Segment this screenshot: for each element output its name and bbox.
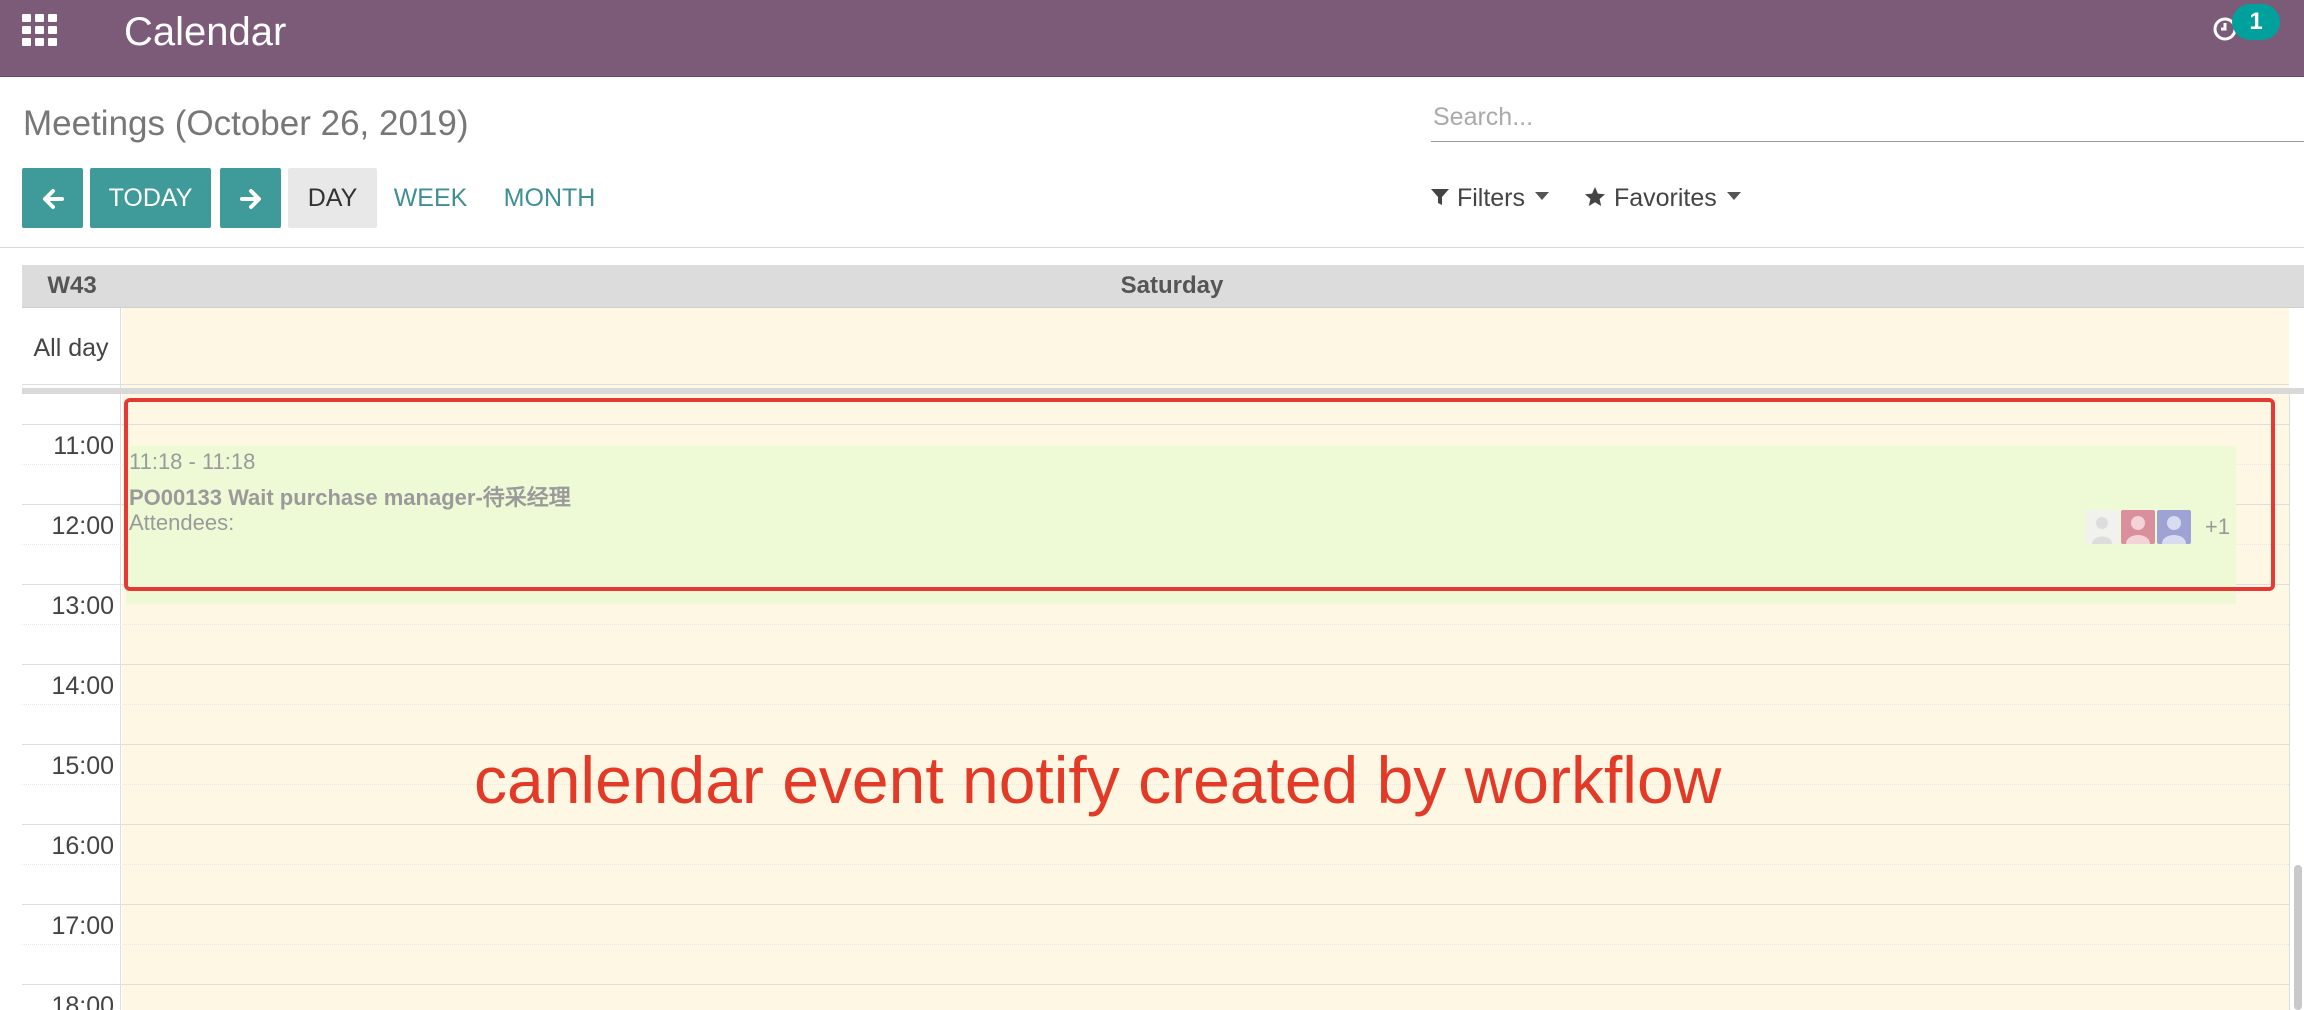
breadcrumb: Meetings (October 26, 2019) (23, 104, 469, 143)
today-button[interactable]: TODAY (90, 168, 211, 228)
grid-line (22, 424, 2289, 425)
favorites-dropdown[interactable]: Favorites (1583, 178, 1741, 218)
grid-line (22, 384, 2289, 385)
grid-line (22, 864, 2289, 865)
arrow-right-icon (239, 189, 261, 210)
star-icon (1585, 187, 1605, 207)
time-label: 13:00 (51, 592, 114, 620)
month-view-button[interactable]: MONTH (492, 168, 607, 228)
attendee-avatars: +1 (2085, 510, 2230, 544)
more-attendees-count: +1 (2204, 514, 2230, 539)
next-button[interactable] (220, 168, 281, 228)
event-time: 11:18 - 11:18 (129, 449, 256, 474)
filters-dropdown[interactable]: Filters (1430, 178, 1550, 218)
event-title: PO00133 Wait purchase manager-待采经理 (129, 485, 571, 510)
apps-grid-icon[interactable] (22, 14, 60, 46)
time-label: 15:00 (51, 752, 114, 780)
app-title: Calendar (124, 10, 287, 54)
avatar (2121, 510, 2155, 544)
time-label: 16:00 (51, 832, 114, 860)
grid-line (22, 984, 2289, 985)
calendar-day-view: W43 Saturday All day 11:00 12:00 13:00 1… (22, 265, 2304, 1010)
day-view-button[interactable]: DAY (288, 168, 377, 228)
filters-label: Filters (1456, 184, 1526, 212)
search-input[interactable] (1431, 97, 2304, 137)
all-day-label: All day (22, 308, 121, 388)
chevron-down-icon (1726, 192, 1741, 201)
grid-line (22, 704, 2289, 705)
activity-count-badge[interactable]: 1 (2232, 4, 2280, 40)
favorites-label: Favorites (1613, 184, 1717, 212)
arrow-left-icon (42, 189, 64, 210)
time-label: 18:00 (51, 992, 114, 1010)
time-label: 17:00 (51, 912, 114, 940)
calendar-event[interactable]: 11:18 - 11:18 PO00133 Wait purchase mana… (126, 446, 2236, 604)
calendar-scrollbar[interactable] (2294, 865, 2302, 1010)
all-day-row: All day (22, 308, 2304, 394)
time-axis: 11:00 12:00 13:00 14:00 15:00 16:00 17:0… (22, 394, 121, 1010)
previous-button[interactable] (22, 168, 83, 228)
filter-icon (1431, 189, 1449, 206)
chevron-down-icon (1535, 192, 1550, 201)
week-view-button[interactable]: WEEK (388, 168, 473, 228)
top-navbar: Calendar 1 (0, 0, 2304, 77)
calendar-header: W43 Saturday (22, 265, 2304, 308)
time-label: 14:00 (51, 672, 114, 700)
week-number: W43 (47, 272, 97, 299)
grid-line (22, 664, 2289, 665)
grid-line (22, 624, 2289, 625)
time-label: 11:00 (53, 432, 114, 460)
search-box (1431, 97, 2304, 142)
event-attendees-label: Attendees: (129, 510, 235, 535)
avatar (2085, 510, 2119, 544)
annotation-text: canlendar event notify created by workfl… (474, 743, 1722, 817)
avatar (2157, 510, 2191, 544)
grid-line (22, 904, 2289, 905)
time-label: 12:00 (51, 512, 114, 540)
all-day-cell[interactable] (122, 308, 2289, 388)
grid-line (22, 824, 2289, 825)
day-header: Saturday (1120, 272, 1224, 299)
control-panel: Meetings (October 26, 2019) TODAY DAY WE… (0, 77, 2304, 248)
grid-line (22, 944, 2289, 945)
